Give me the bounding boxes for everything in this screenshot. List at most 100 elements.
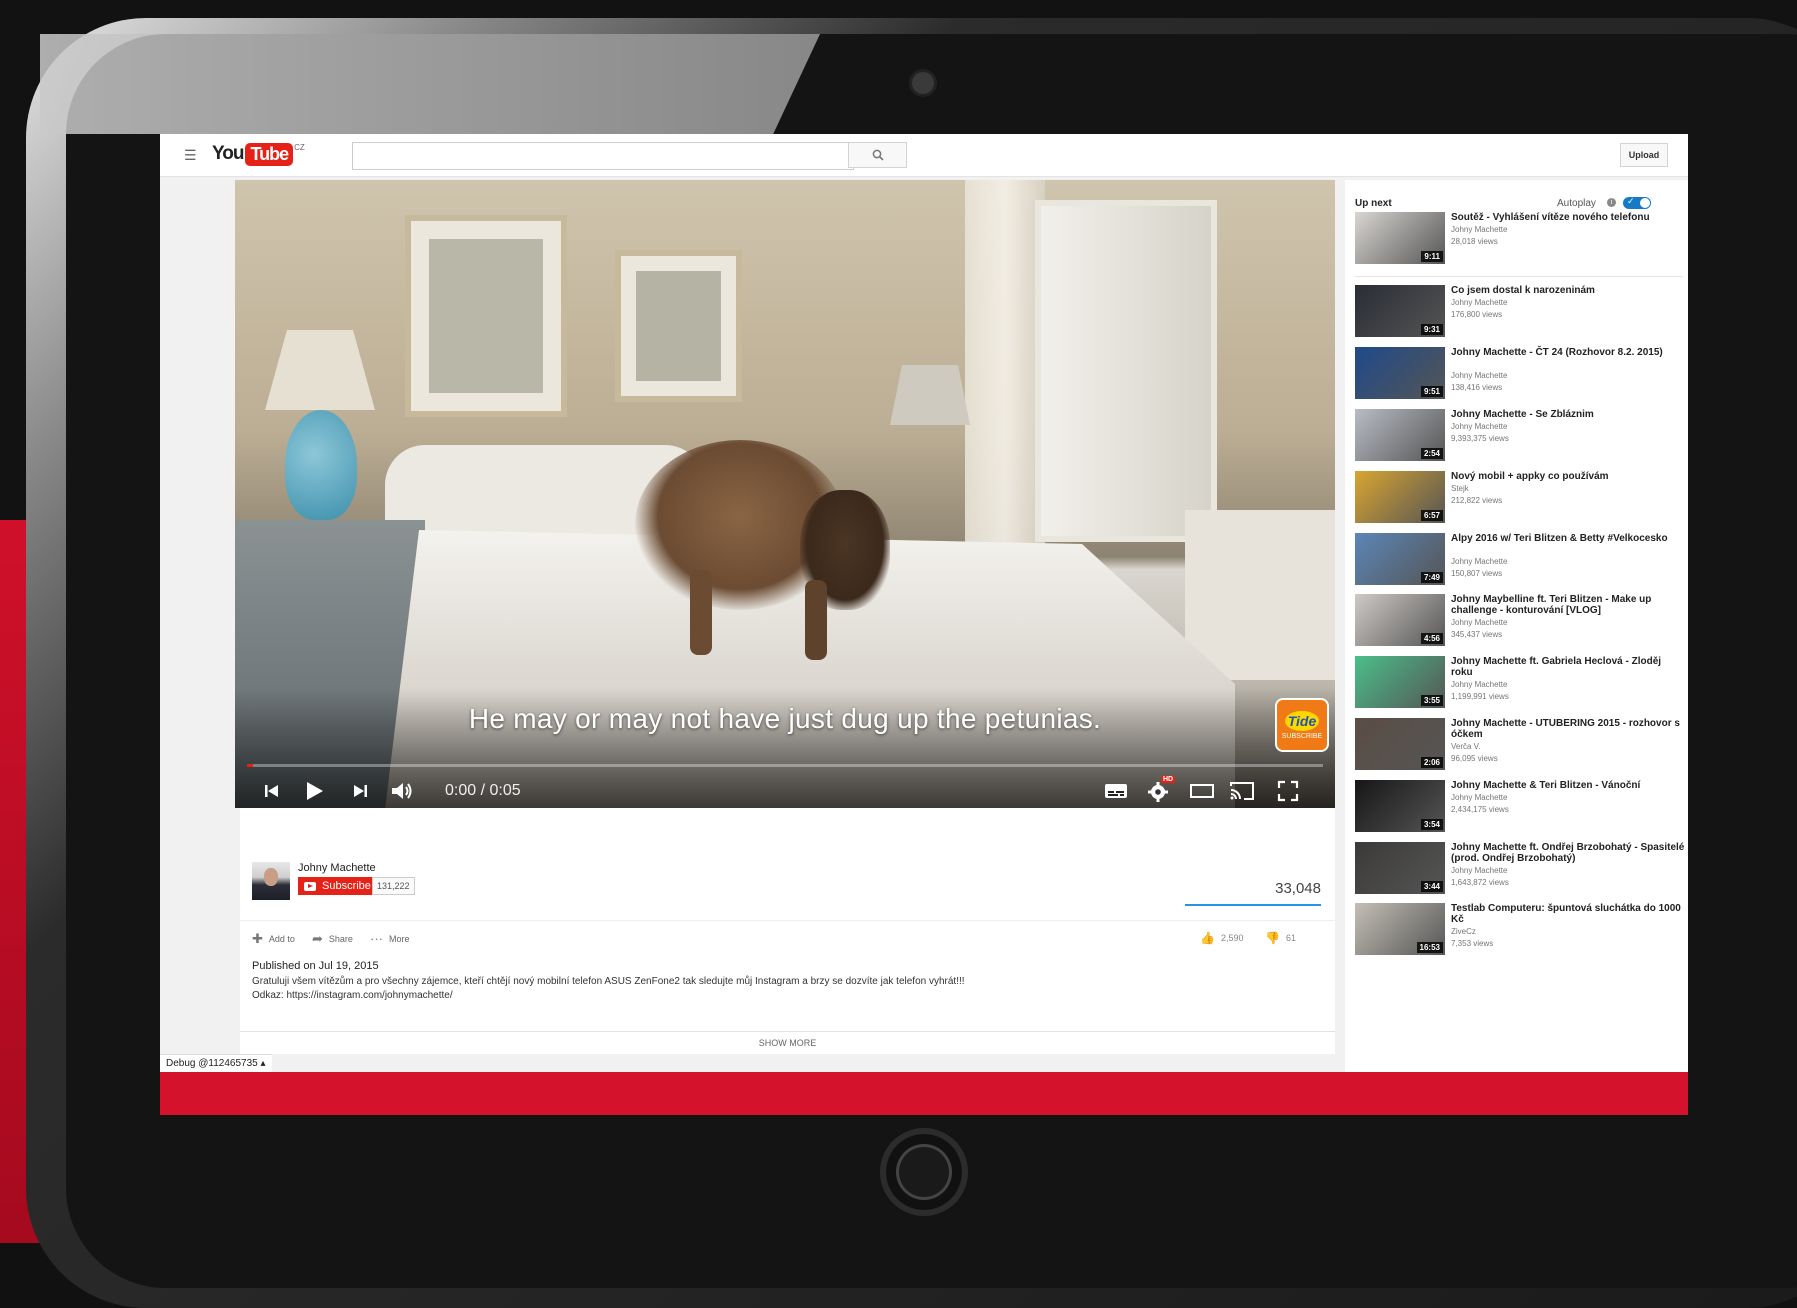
up-next-item[interactable]: 16:53 Testlab Computeru: špuntová sluchát…	[1355, 903, 1685, 965]
debug-text: Debug @112465735	[166, 1058, 258, 1069]
share-button[interactable]: ➦ Share	[312, 931, 353, 947]
more-button[interactable]: ··· More	[370, 931, 410, 946]
video-views: 2,434,175 views	[1451, 805, 1509, 814]
video-views: 28,018 views	[1451, 237, 1498, 246]
up-next-item[interactable]: 3:54 Johny Machette & Teri Blitzen - Váno…	[1355, 780, 1685, 842]
scene-lamp-base	[285, 410, 357, 520]
video-thumbnail[interactable]: 7:49	[1355, 533, 1445, 585]
description-link[interactable]: Odkaz: https://instagram.com/johnymachet…	[252, 990, 453, 1001]
logo-tube: Tube	[245, 142, 294, 166]
video-views: 212,822 views	[1451, 496, 1503, 505]
thumbs-up-icon: 👍	[1200, 931, 1215, 945]
up-next-item[interactable]: 9:31 Co jsem dostal k narozeninám Johny Ma…	[1355, 285, 1685, 347]
add-to-label: Add to	[268, 934, 295, 944]
video-title[interactable]: Johny Machette ft. Ondřej Brzobohatý - S…	[1451, 842, 1685, 864]
video-thumbnail[interactable]: 4:56	[1355, 594, 1445, 646]
video-channel: Johny Machette	[1451, 866, 1508, 875]
video-title[interactable]: Soutěž - Vyhlášení vítěze nového telefon…	[1451, 212, 1685, 223]
like-button[interactable]: 👍 2,590	[1200, 931, 1243, 945]
up-next-item[interactable]: 3:55 Johny Machette ft. Gabriela Heclová …	[1355, 656, 1685, 718]
search-button[interactable]	[848, 142, 907, 168]
up-next-item[interactable]: 9:51 Johny Machette - ČT 24 (Rozhovor 8.2…	[1355, 347, 1685, 409]
video-views: 9,393,375 views	[1451, 434, 1509, 443]
video-duration: 7:49	[1420, 572, 1443, 583]
up-next-item[interactable]: 2:54 Johny Machette - Se Zbláznim Johny Ma…	[1355, 409, 1685, 471]
brand-watermark[interactable]: Tide SUBSCRIBE	[1275, 698, 1329, 752]
subscribe-button[interactable]: Subscribe	[298, 877, 372, 895]
plus-icon: ✚	[252, 931, 263, 946]
up-next-heading: Up next	[1355, 198, 1392, 209]
show-more-button[interactable]: SHOW MORE	[240, 1031, 1335, 1048]
up-next-item[interactable]: 9:11 Soutěž - Vyhlášení vítěze nového tel…	[1355, 212, 1685, 274]
dislike-button[interactable]: 👎 61	[1265, 931, 1296, 945]
next-button[interactable]	[345, 774, 375, 808]
video-title[interactable]: Johny Machette - Se Zbláznim	[1451, 409, 1685, 420]
scene-dog-leg	[690, 570, 712, 655]
volume-button[interactable]	[385, 774, 419, 808]
share-icon: ➦	[312, 931, 323, 946]
description-line: Gratuluji všem vítězům a pro všechny záj…	[252, 976, 965, 987]
more-label: More	[389, 933, 410, 944]
play-button[interactable]	[297, 774, 331, 808]
brand-watermark-logo: Tide	[1284, 710, 1320, 731]
up-next-item[interactable]: 4:56 Johny Maybelline ft. Teri Blitzen - …	[1355, 594, 1685, 656]
video-title[interactable]: Johny Machette & Teri Blitzen - Vánoční	[1451, 780, 1685, 791]
video-title[interactable]: Nový mobil + appky co používám	[1451, 471, 1685, 482]
video-thumbnail[interactable]: 9:51	[1355, 347, 1445, 399]
video-thumbnail[interactable]: 16:53	[1355, 903, 1445, 955]
home-button[interactable]	[886, 1134, 962, 1210]
scene-frame-left	[405, 215, 567, 417]
video-title[interactable]: Johny Machette - ČT 24 (Rozhovor 8.2. 20…	[1451, 347, 1685, 358]
video-title[interactable]: Johny Maybelline ft. Teri Blitzen - Make…	[1451, 594, 1685, 616]
subtitles-button[interactable]	[1101, 774, 1131, 808]
video-thumbnail[interactable]: 9:11	[1355, 212, 1445, 264]
up-next-item[interactable]: 7:49 Alpy 2016 w/ Teri Blitzen & Betty #V…	[1355, 533, 1685, 595]
volume-icon	[392, 783, 412, 799]
settings-button[interactable]: HD	[1145, 774, 1176, 808]
video-thumbnail[interactable]: 3:54	[1355, 780, 1445, 832]
video-thumbnail[interactable]: 2:54	[1355, 409, 1445, 461]
video-channel: Verča V.	[1451, 742, 1481, 751]
previous-button[interactable]	[257, 774, 287, 808]
youtube-logo[interactable]: You Tube CZ	[212, 142, 305, 166]
up-next-item[interactable]: 6:57 Nový mobil + appky co používám Stejk 2…	[1355, 471, 1685, 533]
video-thumbnail[interactable]: 6:57	[1355, 471, 1445, 523]
debug-label[interactable]: Debug @112465735 ▴	[160, 1054, 272, 1072]
video-thumbnail[interactable]: 2:06	[1355, 718, 1445, 770]
info-icon[interactable]: i	[1607, 198, 1616, 207]
up-next-item[interactable]: 3:44 Johny Machette ft. Ondřej Brzobohatý…	[1355, 842, 1685, 904]
video-duration: 3:55	[1420, 695, 1443, 706]
video-duration: 9:11	[1421, 251, 1443, 262]
theater-mode-button[interactable]	[1187, 774, 1217, 808]
video-channel: Johny Machette	[1451, 422, 1508, 431]
channel-name[interactable]: Johny Machette	[298, 862, 376, 874]
video-thumbnail[interactable]: 9:31	[1355, 285, 1445, 337]
upload-button[interactable]: Upload	[1620, 143, 1668, 167]
video-channel: Johny Machette	[1451, 371, 1508, 380]
video-views: 176,800 views	[1451, 310, 1503, 319]
theater-mode-icon	[1190, 784, 1214, 798]
cast-button[interactable]	[1227, 774, 1257, 808]
progress-bar[interactable]	[247, 764, 1323, 767]
menu-icon[interactable]: ☰	[184, 148, 197, 162]
video-thumbnail[interactable]: 3:44	[1355, 842, 1445, 894]
video-title[interactable]: Johny Machette ft. Gabriela Heclová - Zl…	[1451, 656, 1685, 678]
autoplay-toggle[interactable]: ✓	[1623, 196, 1651, 209]
search-input[interactable]	[352, 142, 854, 170]
avatar[interactable]	[252, 862, 290, 900]
video-title[interactable]: Alpy 2016 w/ Teri Blitzen & Betty #Velko…	[1451, 533, 1685, 544]
cast-icon	[1230, 782, 1254, 800]
video-thumbnail[interactable]: 3:55	[1355, 656, 1445, 708]
video-title[interactable]: Co jsem dostal k narozeninám	[1451, 285, 1685, 296]
video-duration: 4:56	[1420, 633, 1443, 644]
video-title[interactable]: Testlab Computeru: špuntová sluchátka do…	[1451, 903, 1685, 925]
add-to-button[interactable]: ✚ Add to	[252, 931, 295, 947]
fullscreen-button[interactable]	[1273, 774, 1303, 808]
player-controls: 0:00 / 0:05 HD	[235, 774, 1335, 808]
video-player[interactable]: He may or may not have just dug up the p…	[235, 180, 1335, 808]
up-next-item[interactable]: 2:06 Johny Machette - UTUBERING 2015 - ro…	[1355, 718, 1685, 780]
video-title[interactable]: Johny Machette - UTUBERING 2015 - rozhov…	[1451, 718, 1685, 740]
publish-date: Published on Jul 19, 2015	[252, 960, 379, 972]
video-views: 1,643,872 views	[1451, 878, 1509, 887]
video-caption: He may or may not have just dug up the p…	[468, 703, 1102, 734]
